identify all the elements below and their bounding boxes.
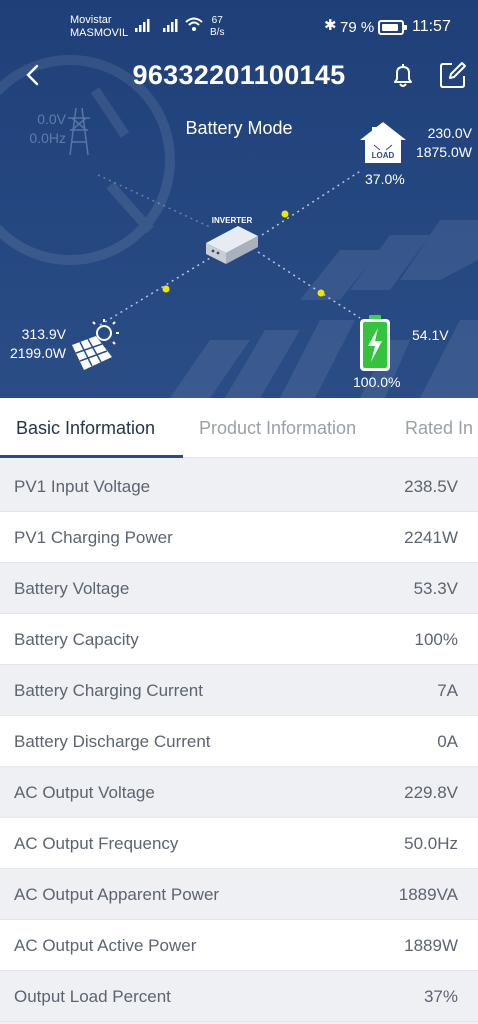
active-tab-indicator	[0, 455, 183, 458]
info-tabs: Basic Information Product Information Ra…	[0, 398, 478, 458]
row-label: Battery Charging Current	[14, 681, 203, 700]
row-label: AC Output Frequency	[14, 834, 179, 853]
energy-flow-panel: INVERTER LOAD Movistar MASMOVIL 67 B/s ✱…	[0, 0, 478, 398]
row-value: 50.0Hz	[404, 834, 458, 853]
tab-rated-information[interactable]: Rated In	[405, 418, 473, 439]
tab-basic-information[interactable]: Basic Information	[16, 418, 155, 439]
row-value: 0A	[437, 732, 458, 751]
list-item: AC Output Frequency 50.0Hz	[0, 818, 478, 869]
list-item: PV1 Charging Power 2241W	[0, 512, 478, 563]
tab-product-information[interactable]: Product Information	[199, 418, 356, 439]
signal-icon-2	[163, 19, 178, 32]
carrier-name: Movistar MASMOVIL	[70, 14, 129, 39]
row-value: 1889VA	[398, 885, 458, 904]
battery-voltage: 54.1V	[412, 327, 449, 343]
list-item: Battery Capacity 100%	[0, 614, 478, 665]
row-value: 53.3V	[413, 579, 458, 598]
pv-readout: 313.9V 2199.0W	[9, 326, 66, 361]
bluetooth-icon: ✱	[324, 17, 337, 34]
operating-mode: Battery Mode	[185, 118, 293, 138]
row-value: 37%	[423, 987, 458, 1006]
battery-icon	[360, 315, 390, 371]
signal-icon	[135, 19, 150, 32]
row-label: Battery Discharge Current	[14, 732, 211, 751]
row-label: AC Output Apparent Power	[14, 885, 220, 904]
notifications-button[interactable]	[388, 60, 418, 90]
battery-percent: 79 %	[340, 19, 375, 36]
edit-icon	[440, 62, 466, 88]
inverter-icon: INVERTER	[206, 216, 258, 264]
network-speed: 67 B/s	[210, 15, 225, 38]
row-label: Output Load Percent	[14, 987, 171, 1006]
row-value: 100%	[414, 630, 458, 649]
load-icon-label: LOAD	[372, 151, 395, 160]
list-item: AC Output Voltage 229.8V	[0, 767, 478, 818]
list-item: AC Output Apparent Power 1889VA	[0, 869, 478, 920]
wifi-icon	[185, 17, 203, 31]
load-percent: 37.0%	[365, 171, 405, 187]
list-item: AC Output Active Power 1889W	[0, 920, 478, 971]
row-value: 7A	[437, 681, 458, 700]
clock: 11:57	[412, 18, 451, 35]
load-readout: 230.0V 1875.0W	[415, 125, 472, 160]
list-item: Output Load Percent 37%	[0, 971, 478, 1022]
status-bar: Movistar MASMOVIL 67 B/s ✱ 79 % 11:57	[0, 0, 478, 46]
row-label: PV1 Charging Power	[14, 528, 173, 547]
edit-button[interactable]	[438, 60, 468, 90]
row-label: PV1 Input Voltage	[14, 477, 151, 496]
row-value: 1889W	[404, 936, 458, 955]
phone-battery-icon	[378, 20, 407, 35]
row-label: Battery Capacity	[14, 630, 139, 649]
row-value: 238.5V	[404, 477, 458, 496]
row-label: Battery Voltage	[14, 579, 130, 598]
battery-soc: 100.0%	[353, 374, 401, 390]
grid-readout: 0.0V 0.0Hz	[29, 111, 66, 146]
row-value: 2241W	[404, 528, 458, 547]
row-label: AC Output Active Power	[14, 936, 197, 955]
row-label: AC Output Voltage	[14, 783, 155, 802]
solar-panel-icon	[72, 319, 119, 370]
row-value: 229.8V	[404, 783, 458, 802]
list-item: PV1 Input Voltage 238.5V	[0, 461, 478, 512]
list-item: Battery Discharge Current 0A	[0, 716, 478, 767]
bell-icon	[394, 64, 412, 87]
list-item: Battery Charging Current 7A	[0, 665, 478, 716]
list-item: Battery Voltage 53.3V	[0, 563, 478, 614]
inverter-label: INVERTER	[212, 216, 253, 225]
basic-info-list: PV1 Input Voltage 238.5V PV1 Charging Pow…	[0, 461, 478, 1022]
